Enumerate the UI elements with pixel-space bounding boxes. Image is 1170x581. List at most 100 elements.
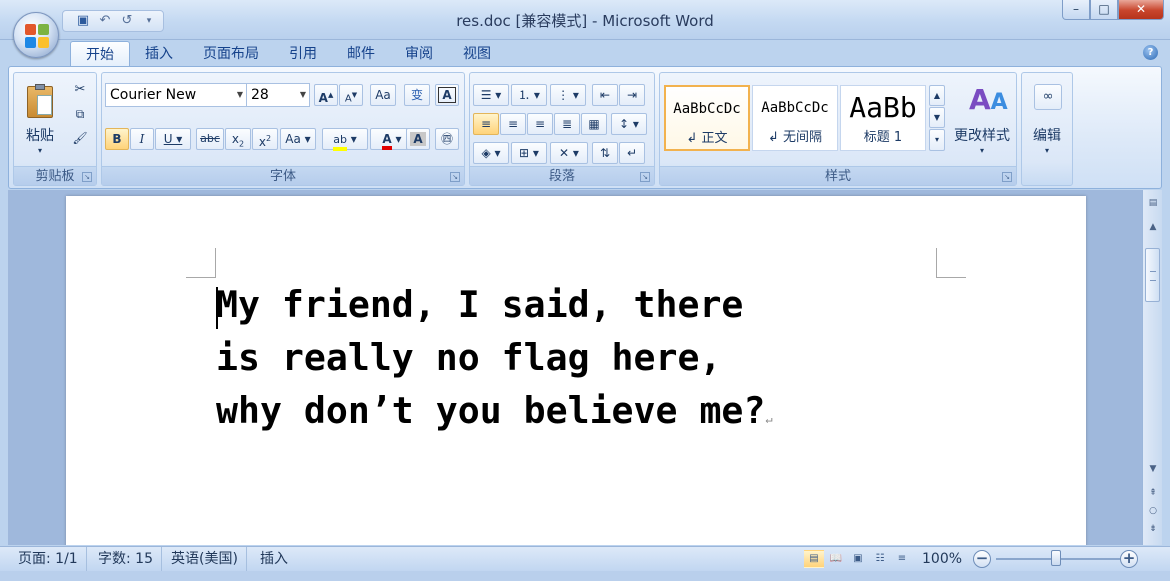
format-painter-icon[interactable]: 🖌 — [70, 127, 90, 147]
status-page[interactable]: 页面: 1/1 — [10, 547, 87, 571]
styles-more-icon[interactable]: ▾ — [929, 129, 945, 151]
chevron-down-icon: ▼ — [299, 90, 306, 99]
status-insert-mode[interactable]: 插入 — [252, 547, 296, 571]
change-styles-button[interactable]: AA 更改样式 ▾ — [950, 79, 1014, 161]
cut-icon[interactable]: ✂ — [70, 79, 90, 99]
enclose-characters-button[interactable]: ㊃ — [435, 128, 459, 150]
shrink-font-button[interactable]: A▼ — [339, 84, 363, 106]
status-bar: 页面: 1/1 字数: 15 英语(美国) 插入 ▤ 📖 ▣ ☷ ≡ 100% … — [0, 546, 1170, 571]
previous-page-icon[interactable]: ⇞ — [1146, 486, 1160, 500]
document-page[interactable]: My friend, I said, there is really no fl… — [66, 196, 1086, 545]
status-language[interactable]: 英语(美国) — [163, 547, 247, 571]
underline-button[interactable]: U ▾ — [155, 128, 191, 150]
document-text[interactable]: My friend, I said, there is really no fl… — [216, 278, 976, 446]
character-shading-button[interactable]: A — [406, 128, 430, 150]
tab-references[interactable]: 引用 — [274, 41, 332, 67]
highlight-color-button[interactable]: ab ▾ — [322, 128, 368, 151]
change-case-button[interactable]: Aa ▾ — [280, 128, 316, 150]
full-screen-reading-icon[interactable]: 📖 — [826, 550, 846, 568]
superscript-button[interactable]: x2 — [252, 128, 278, 150]
web-layout-icon[interactable]: ▣ — [848, 550, 868, 568]
editing-button[interactable]: ∞ 编辑 ▾ — [1025, 79, 1069, 161]
zoom-out-icon[interactable]: − — [973, 550, 991, 568]
binoculars-icon: ∞ — [1034, 84, 1062, 110]
style-name: ↲ 无间隔 — [767, 130, 823, 145]
font-name-combo[interactable]: Courier New ▼ — [105, 83, 247, 107]
align-center-button[interactable]: ≡ — [500, 113, 526, 135]
style-sample: AaBbCcDc — [761, 100, 829, 116]
dialog-launcher-icon[interactable]: ↘ — [450, 172, 460, 182]
subscript-button[interactable]: x2 — [225, 128, 251, 150]
print-layout-view-icon[interactable]: ▤ — [804, 550, 824, 568]
italic-button[interactable]: I — [130, 128, 154, 150]
sort-button[interactable]: ⇅ — [592, 142, 618, 164]
paste-button[interactable]: 粘贴 ▾ — [20, 79, 60, 159]
select-browse-object-icon[interactable]: ○ — [1146, 504, 1160, 518]
grow-font-button[interactable]: A▲ — [314, 84, 338, 106]
styles-scroll-down-icon[interactable]: ▼ — [929, 107, 945, 128]
dialog-launcher-icon[interactable]: ↘ — [1002, 172, 1012, 182]
office-button[interactable] — [13, 12, 59, 58]
title-bar: ▣ ↶ ↺ ▾ res.doc [兼容模式] - Microsoft Word … — [0, 0, 1170, 40]
scroll-up-icon[interactable]: ▲ — [1146, 220, 1160, 234]
help-icon[interactable]: ? — [1143, 45, 1158, 60]
strikethrough-button[interactable]: abc — [196, 128, 224, 150]
paragraph-mark-icon: ↵ — [765, 412, 773, 426]
chevron-down-icon: ▾ — [37, 146, 42, 155]
next-page-icon[interactable]: ⇟ — [1146, 522, 1160, 536]
style-normal[interactable]: AaBbCcDc ↲ 正文 — [664, 85, 750, 151]
margin-corner-marker — [936, 248, 966, 278]
increase-indent-button[interactable]: ⇥ — [619, 84, 645, 106]
outline-view-icon[interactable]: ☷ — [870, 550, 890, 568]
shading-button[interactable]: ◈ ▾ — [473, 142, 509, 164]
tab-view[interactable]: 视图 — [448, 41, 506, 67]
asian-layout-button[interactable]: ✕ ▾ — [550, 142, 588, 164]
justify-button[interactable]: ≣ — [554, 113, 580, 135]
chevron-down-icon: ▾ — [1044, 146, 1049, 155]
font-size-combo[interactable]: 28 ▼ — [246, 83, 310, 107]
align-right-button[interactable]: ≡ — [527, 113, 553, 135]
phonetic-guide-button[interactable]: 变 — [404, 84, 430, 106]
tab-review[interactable]: 审阅 — [390, 41, 448, 67]
status-word-count[interactable]: 字数: 15 — [90, 547, 162, 571]
font-group: Courier New ▼ 28 ▼ A▲ A▼ Aa 变 A B I U ▾ … — [101, 72, 465, 186]
dialog-launcher-icon[interactable]: ↘ — [640, 172, 650, 182]
tab-page-layout[interactable]: 页面布局 — [188, 41, 274, 67]
align-left-button[interactable]: ≡ — [473, 113, 499, 135]
view-ruler-icon[interactable]: ▤ — [1146, 196, 1160, 210]
document-body: My friend, I said, there is really no fl… — [216, 283, 766, 432]
style-heading-1[interactable]: AaBb 标题 1 — [840, 85, 926, 151]
scroll-down-icon[interactable]: ▼ — [1146, 462, 1160, 476]
tab-mailings[interactable]: 邮件 — [332, 41, 390, 67]
zoom-level[interactable]: 100% — [922, 547, 962, 571]
distributed-button[interactable]: ▦ — [581, 113, 607, 135]
editing-group: ∞ 编辑 ▾ — [1021, 72, 1073, 186]
zoom-in-icon[interactable]: + — [1120, 550, 1138, 568]
line-spacing-button[interactable]: ↕ ▾ — [611, 113, 647, 135]
paste-label: 粘贴 — [26, 128, 54, 144]
numbering-button[interactable]: ⒈ ▾ — [511, 84, 547, 106]
tab-home[interactable]: 开始 — [70, 41, 130, 68]
zoom-slider-thumb[interactable] — [1051, 550, 1061, 566]
maximize-button[interactable]: □ — [1090, 0, 1118, 20]
minimize-button[interactable]: – — [1062, 0, 1090, 20]
multilevel-list-button[interactable]: ⋮ ▾ — [550, 84, 586, 106]
copy-icon[interactable]: ⧉ — [70, 103, 90, 123]
vertical-scrollbar[interactable]: ▤ ▲ ▼ ⇞ ○ ⇟ — [1142, 190, 1162, 545]
character-border-button[interactable]: A — [435, 84, 459, 106]
clear-formatting-button[interactable]: Aa — [370, 84, 396, 106]
styles-scroll-up-icon[interactable]: ▲ — [929, 85, 945, 106]
close-button[interactable]: ✕ — [1118, 0, 1164, 20]
draft-view-icon[interactable]: ≡ — [892, 550, 912, 568]
bullets-button[interactable]: ☰ ▾ — [473, 84, 509, 106]
tab-insert[interactable]: 插入 — [130, 41, 188, 67]
scrollbar-thumb[interactable] — [1145, 248, 1160, 302]
font-size-value: 28 — [251, 87, 269, 103]
dialog-launcher-icon[interactable]: ↘ — [82, 172, 92, 182]
show-marks-button[interactable]: ↵ — [619, 142, 645, 164]
bold-button[interactable]: B — [105, 128, 129, 150]
borders-button[interactable]: ⊞ ▾ — [511, 142, 547, 164]
style-no-spacing[interactable]: AaBbCcDc ↲ 无间隔 — [752, 85, 838, 151]
style-sample: AaBb — [849, 91, 917, 124]
decrease-indent-button[interactable]: ⇤ — [592, 84, 618, 106]
